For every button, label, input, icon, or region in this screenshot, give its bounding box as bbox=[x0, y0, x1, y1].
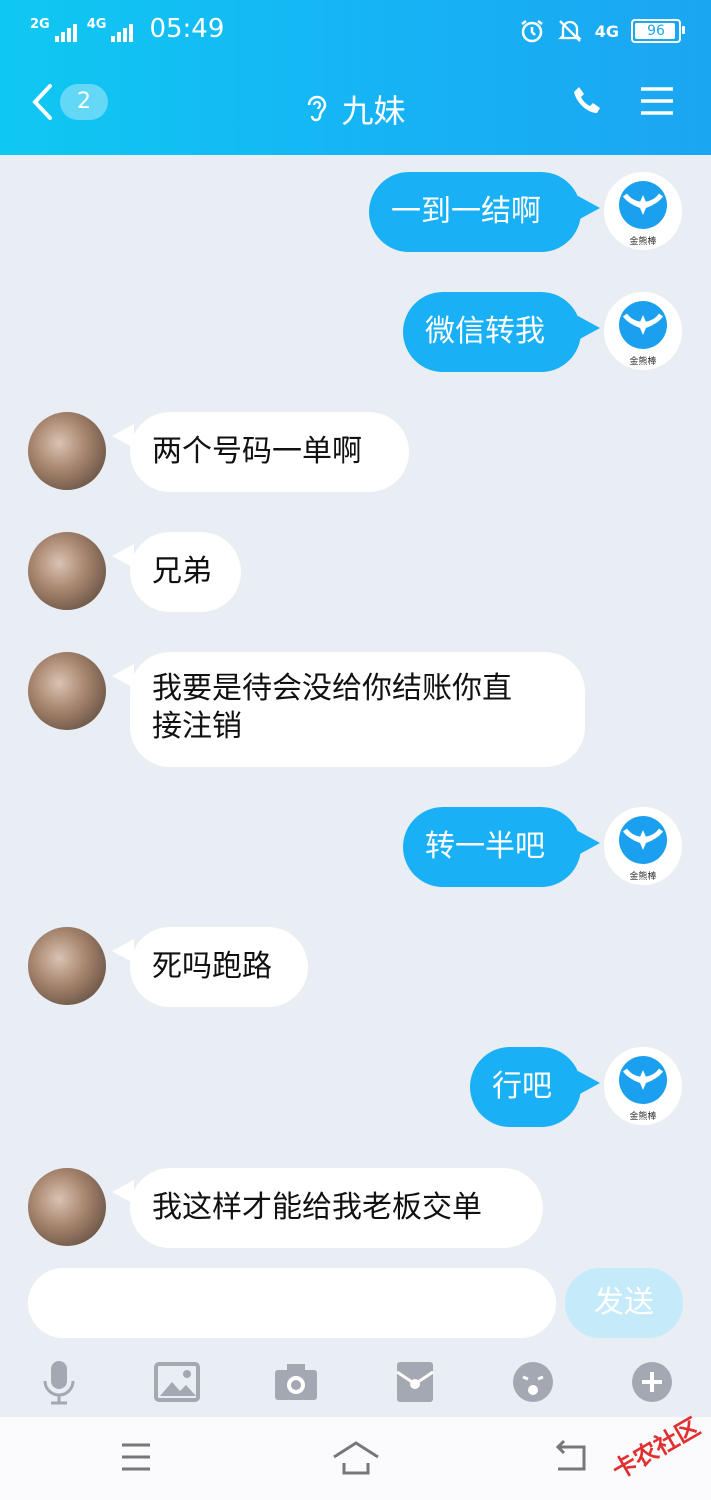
message-bubble-incoming[interactable]: 我要是待会没给你结账你直 接注销 bbox=[130, 652, 585, 767]
message-bubble-incoming[interactable]: 我这样才能给我老板交单 bbox=[130, 1168, 543, 1248]
image-button[interactable] bbox=[152, 1357, 202, 1407]
back-nav-button[interactable] bbox=[550, 1439, 600, 1479]
chat-header: 2G 4G 05:49 4G 96 2 九妹 bbox=[0, 0, 711, 155]
voice-button[interactable] bbox=[34, 1357, 84, 1407]
alarm-icon bbox=[520, 20, 543, 43]
avatar-self[interactable]: 金熊棒 bbox=[604, 807, 682, 885]
message-input[interactable] bbox=[28, 1268, 556, 1338]
red-packet-button[interactable] bbox=[390, 1357, 440, 1407]
signal-2g-icon: 2G bbox=[30, 16, 77, 42]
plus-icon bbox=[632, 1362, 672, 1402]
camera-button[interactable] bbox=[271, 1357, 321, 1407]
input-toolbar bbox=[0, 1345, 711, 1417]
battery-icon: 96 bbox=[631, 19, 685, 43]
svg-text:金熊棒: 金熊棒 bbox=[629, 1110, 656, 1122]
watermark: 卡农社区 bbox=[607, 1412, 705, 1485]
ear-icon bbox=[308, 95, 327, 122]
message-bubble-incoming[interactable]: 兄弟 bbox=[130, 532, 241, 612]
svg-text:金熊棒: 金熊棒 bbox=[629, 235, 656, 247]
red-packet-icon bbox=[396, 1362, 434, 1402]
avatar-contact[interactable] bbox=[28, 927, 106, 1005]
avatar-contact[interactable] bbox=[28, 1168, 106, 1246]
menu-icon[interactable] bbox=[639, 86, 675, 116]
status-time: 05:49 bbox=[149, 14, 225, 44]
home-button[interactable] bbox=[330, 1439, 386, 1479]
emoji-button[interactable] bbox=[508, 1357, 558, 1407]
message-bubble-outgoing[interactable]: 行吧 bbox=[470, 1047, 581, 1127]
avatar-self[interactable]: 金熊棒 bbox=[604, 1047, 682, 1125]
recent-apps-button[interactable] bbox=[116, 1439, 166, 1479]
back-arrow-icon bbox=[555, 1439, 586, 1471]
mute-bell-icon bbox=[557, 20, 582, 42]
avatar-contact[interactable] bbox=[28, 532, 106, 610]
network-4g-icon: 4G bbox=[594, 21, 619, 41]
avatar-contact[interactable] bbox=[28, 412, 106, 490]
microphone-icon bbox=[43, 1361, 75, 1405]
camera-icon bbox=[275, 1364, 317, 1400]
menu-lines-icon bbox=[122, 1443, 150, 1471]
message-bubble-outgoing[interactable]: 一到一结啊 bbox=[369, 172, 581, 252]
more-button[interactable] bbox=[627, 1357, 677, 1407]
emoji-icon bbox=[513, 1362, 553, 1402]
avatar-self[interactable]: 金熊棒 bbox=[604, 172, 682, 250]
image-icon bbox=[154, 1362, 200, 1402]
message-bubble-outgoing[interactable]: 转一半吧 bbox=[403, 807, 581, 887]
message-bubble-incoming[interactable]: 两个号码一单啊 bbox=[130, 412, 409, 492]
status-bar: 2G 4G 05:49 4G 96 bbox=[0, 8, 711, 48]
home-icon bbox=[333, 1441, 379, 1475]
system-navigation-bar: 卡农社区 bbox=[0, 1413, 711, 1500]
phone-call-icon[interactable] bbox=[571, 84, 605, 118]
avatar-self[interactable]: 金熊棒 bbox=[604, 292, 682, 370]
message-bubble-incoming[interactable]: 死吗跑路 bbox=[130, 927, 308, 1007]
signal-4g-icon: 4G bbox=[87, 16, 134, 42]
avatar-contact[interactable] bbox=[28, 652, 106, 730]
svg-text:金熊棒: 金熊棒 bbox=[629, 355, 656, 367]
contact-name: 九妹 bbox=[341, 92, 406, 130]
message-bubble-outgoing[interactable]: 微信转我 bbox=[403, 292, 581, 372]
send-button[interactable]: 发送 bbox=[565, 1268, 683, 1338]
svg-text:金熊棒: 金熊棒 bbox=[629, 870, 656, 882]
